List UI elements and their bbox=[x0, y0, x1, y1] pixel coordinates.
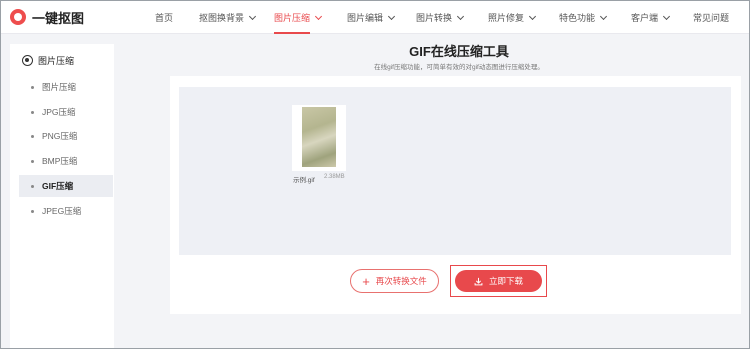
sidebar-item-label: 图片压缩 bbox=[42, 82, 77, 92]
file-name: 示例.gif bbox=[293, 177, 315, 184]
page-subtitle: 在线gif压缩功能，可简单有效的对gif动态图进行压缩处理。 bbox=[374, 64, 544, 71]
file-drop-area[interactable]: 示例.gif 2.38MB bbox=[179, 87, 731, 255]
bullet-icon bbox=[31, 85, 34, 89]
download-button[interactable]: 立即下载 bbox=[455, 270, 542, 292]
nav-item-features[interactable]: 特色功能 bbox=[559, 11, 608, 24]
file-thumbnail bbox=[302, 107, 336, 167]
sidebar-item-gif[interactable]: GIF压缩 bbox=[19, 175, 113, 197]
nav-item-cutout[interactable]: 抠图换背景 bbox=[199, 11, 257, 24]
nav-item-home[interactable]: 首页 bbox=[155, 11, 173, 24]
download-icon bbox=[474, 277, 483, 285]
nav-label: 抠图换背景 bbox=[199, 13, 245, 23]
bullet-icon bbox=[31, 134, 34, 138]
logo[interactable]: 一键抠图 bbox=[10, 8, 84, 26]
download-label: 立即下载 bbox=[488, 276, 523, 286]
file-thumbnail-card[interactable] bbox=[292, 105, 346, 171]
sidebar-item-jpeg[interactable]: JPEG压缩 bbox=[19, 200, 113, 222]
nav-item-client[interactable]: 客户端 bbox=[631, 11, 671, 24]
nav-label: 照片修复 bbox=[488, 13, 525, 23]
nav-label: 图片转换 bbox=[416, 13, 453, 23]
compress-panel: 示例.gif 2.38MB + 再次转换文件 立即下载 bbox=[170, 76, 741, 314]
nav-item-edit[interactable]: 图片编辑 bbox=[347, 11, 396, 24]
sidebar-item-bmp[interactable]: BMP压缩 bbox=[19, 150, 113, 172]
bullet-icon bbox=[31, 159, 34, 163]
chevron-down-icon bbox=[387, 12, 396, 20]
active-nav-indicator bbox=[274, 32, 310, 34]
nav-label: 图片压缩 bbox=[274, 13, 311, 23]
chevron-down-icon bbox=[662, 12, 671, 20]
sidebar-item-jpg[interactable]: JPG压缩 bbox=[19, 101, 113, 123]
chevron-down-icon bbox=[599, 12, 608, 20]
nav-label: 常见问题 bbox=[693, 13, 730, 23]
sidebar-item-label: JPG压缩 bbox=[42, 107, 76, 117]
download-highlight-box: 立即下载 bbox=[450, 265, 547, 297]
convert-again-label: 再次转换文件 bbox=[375, 276, 427, 286]
sidebar-item-image-compress[interactable]: 图片压缩 bbox=[19, 76, 113, 98]
sidebar-heading: 图片压缩 bbox=[22, 54, 74, 67]
bullet-icon bbox=[31, 209, 34, 213]
file-size: 2.38MB bbox=[324, 174, 345, 180]
nav-label: 客户端 bbox=[631, 13, 659, 23]
chevron-down-icon bbox=[248, 12, 257, 20]
chevron-down-icon bbox=[528, 12, 537, 20]
nav-label: 首页 bbox=[155, 13, 174, 23]
page-title: GIF在线压缩工具 bbox=[409, 44, 509, 59]
sidebar-heading-label: 图片压缩 bbox=[38, 56, 75, 66]
sidebar: 图片压缩 图片压缩 JPG压缩 PNG压缩 BMP压缩 GIF压缩 JPEG压缩 bbox=[10, 44, 114, 349]
nav-item-restore[interactable]: 照片修复 bbox=[488, 11, 537, 24]
sidebar-item-label: BMP压缩 bbox=[42, 156, 78, 166]
bullet-icon bbox=[31, 110, 34, 114]
convert-again-button[interactable]: + 再次转换文件 bbox=[350, 269, 439, 293]
chevron-down-icon bbox=[314, 12, 323, 20]
sidebar-item-label: GIF压缩 bbox=[42, 181, 74, 191]
target-icon bbox=[22, 55, 33, 66]
nav-item-compress[interactable]: 图片压缩 bbox=[274, 11, 323, 24]
top-navbar: 一键抠图 首页 抠图换背景 图片压缩 图片编辑 图片转换 照片修复 特色功能 客… bbox=[0, 0, 750, 34]
nav-item-faq[interactable]: 常见问题 bbox=[693, 11, 729, 24]
chevron-down-icon bbox=[456, 12, 465, 20]
bullet-icon bbox=[31, 184, 34, 188]
logo-text: 一键抠图 bbox=[32, 10, 85, 26]
sidebar-item-png[interactable]: PNG压缩 bbox=[19, 125, 113, 147]
sidebar-item-label: JPEG压缩 bbox=[42, 206, 82, 216]
sidebar-item-label: PNG压缩 bbox=[42, 131, 78, 141]
nav-item-convert[interactable]: 图片转换 bbox=[416, 11, 465, 24]
nav-label: 特色功能 bbox=[559, 13, 596, 23]
plus-icon: + bbox=[362, 273, 370, 289]
logo-icon bbox=[10, 9, 26, 25]
nav-label: 图片编辑 bbox=[347, 13, 384, 23]
